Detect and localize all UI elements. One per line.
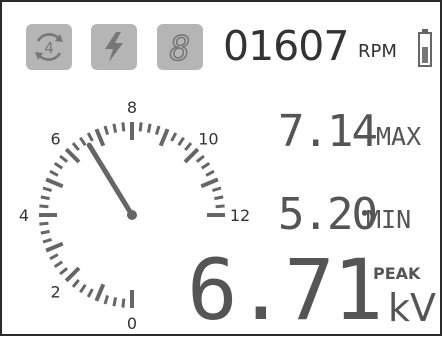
gauge-minor-tick [195, 154, 205, 163]
peak-value: 6.71 [187, 241, 383, 339]
gauge-minor-tick [59, 154, 69, 163]
gauge-minor-tick [59, 267, 69, 276]
battery-icon [418, 29, 432, 67]
gauge-minor-tick [40, 195, 50, 201]
gauge-needle [86, 142, 135, 218]
gauge-label-12: 12 [230, 206, 250, 225]
min-label: MIN [366, 205, 412, 234]
gauge-minor-tick [39, 221, 49, 226]
gauge-major-tick [183, 147, 200, 164]
gauge-label-8: 8 [127, 98, 137, 117]
meter-screen: 4 8 01607 RPM 0 2 4 6 8 10 12 7.14 MAX 5.20 MI… [0, 0, 442, 339]
gauge-label-2: 2 [51, 282, 61, 301]
peak-label: PEAK [373, 264, 421, 283]
gauge-minor-tick [39, 204, 49, 209]
gauge-major-tick [64, 147, 81, 164]
gauge-major-tick [45, 241, 64, 253]
gauge-minor-tick [177, 136, 185, 147]
gauge-minor-tick [121, 298, 126, 308]
gauge-minor-tick [71, 278, 80, 288]
gauge-minor-tick [211, 186, 222, 193]
gauge-minor-tick [154, 125, 161, 136]
gauge-minor-tick [53, 260, 64, 268]
gauge-label-10: 10 [198, 130, 218, 149]
gauge-minor-tick [53, 162, 64, 170]
gauge-minor-tick [214, 195, 224, 201]
gauge-minor-tick [79, 136, 87, 147]
gauge-minor-tick [103, 125, 110, 136]
gauge-minor-tick [42, 186, 53, 193]
gauge-major-tick [200, 177, 219, 189]
gauge-minor-tick [205, 169, 215, 177]
gauge-major-tick [94, 283, 106, 302]
gauge-minor-tick [170, 132, 178, 142]
gauge-minor-tick [112, 297, 118, 307]
gauge-minor-tick [42, 237, 53, 244]
gauge-minor-tick [79, 283, 87, 294]
gauge-pivot [127, 210, 137, 220]
gauge-minor-tick [146, 123, 152, 133]
gauge-major-tick [64, 266, 81, 283]
min-value: 5.20 [278, 189, 378, 240]
rpm-unit: RPM [358, 41, 397, 62]
gauge-minor-tick [112, 123, 118, 133]
gauge-label-0: 0 [127, 314, 137, 333]
max-label: MAX [376, 122, 422, 151]
gauge-minor-tick [103, 294, 110, 305]
gauge-minor-tick [40, 229, 50, 235]
gauge-minor-tick [200, 162, 211, 170]
peak-unit: kV [388, 286, 437, 330]
gauge-minor-tick [121, 122, 126, 132]
gauge-minor-tick [184, 142, 193, 152]
gauge-minor-tick [215, 204, 225, 209]
gauge-minor-tick [86, 132, 94, 142]
gauge-major-tick [45, 177, 64, 189]
gauge-label-4: 4 [19, 206, 29, 225]
max-value: 7.14 [278, 106, 378, 157]
gauge-minor-tick [86, 288, 94, 298]
gauge-minor-tick [138, 122, 143, 132]
gauge-major-tick [158, 128, 170, 147]
gauge-minor-tick [71, 142, 80, 152]
gauge-label-6: 6 [51, 130, 61, 149]
gauge-minor-tick [49, 169, 59, 177]
gauge-minor-tick [49, 253, 59, 261]
gauge-major-tick [94, 128, 106, 147]
